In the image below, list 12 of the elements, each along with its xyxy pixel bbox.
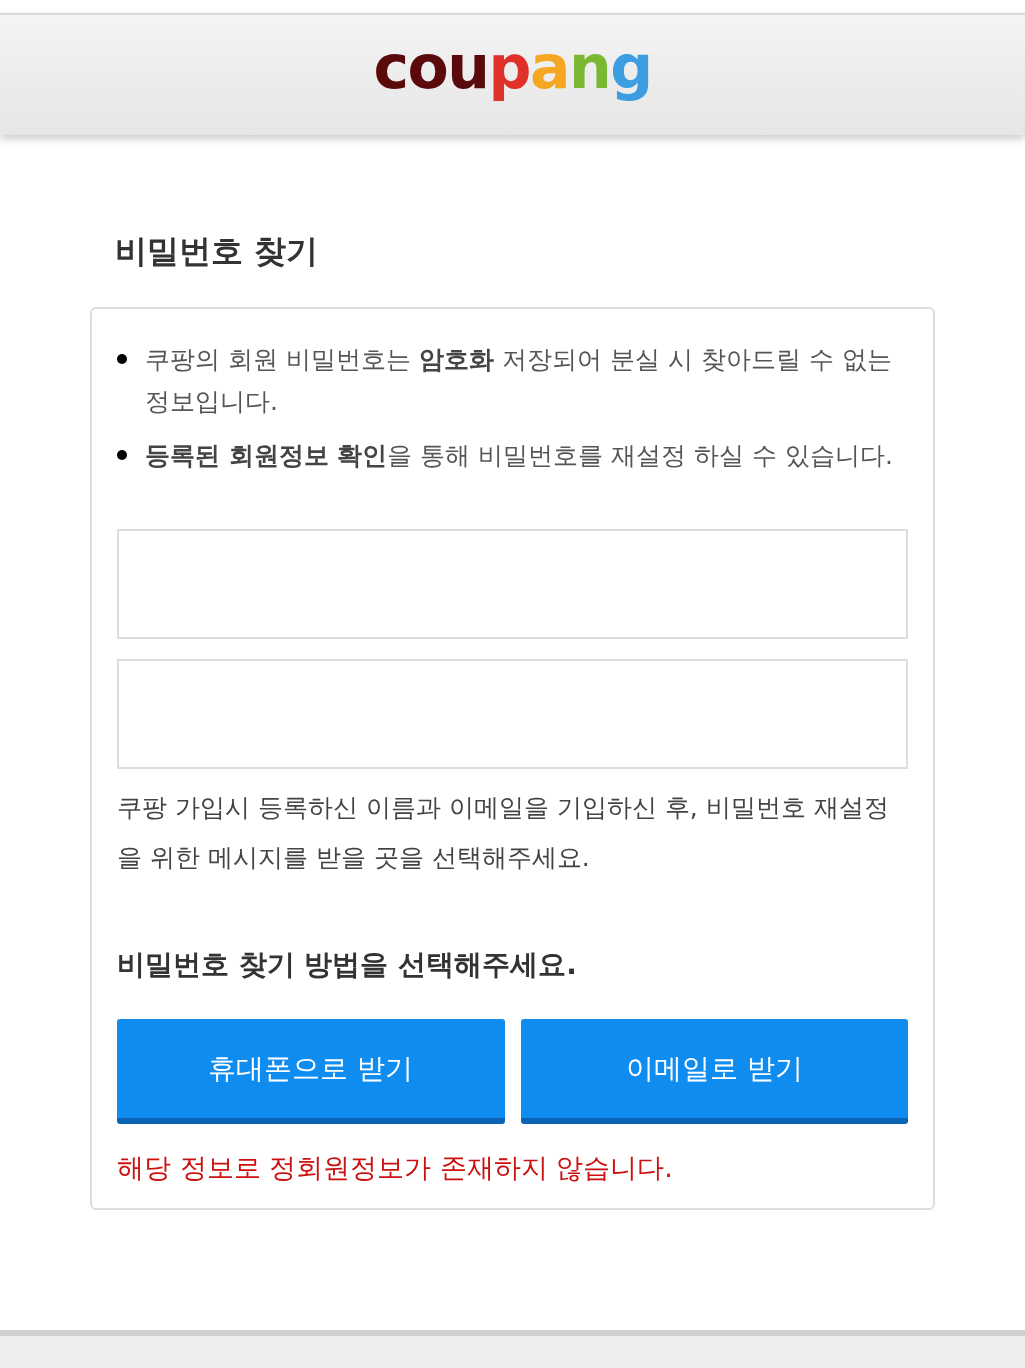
bullet-icon: [117, 450, 127, 460]
method-heading: 비밀번호 찾기 방법을 선택해주세요.: [117, 951, 578, 979]
receive-button[interactable]: 휴대폰으로 받기: [117, 1019, 505, 1124]
input-field[interactable]: [117, 529, 908, 639]
page-title: 비밀번호 찾기: [115, 235, 320, 267]
instruction-text: 쿠팡 가입시 등록하신 이름과 이메일을 기입하신 후, 비밀번호 재설정을 위한 메시지를 받을 곳을 선택해주세요.: [117, 792, 890, 874]
notice-text: 등록된 회원정보 확인을 통해 비밀번호를 재설정 하실 수 있습니다.: [145, 440, 894, 472]
error-message: 해당 정보로 정회원정보가 존재하지 않습니다.: [117, 1151, 674, 1185]
notice-text: 쿠팡의 회원 비밀번호는 암호화 저장되어 분실 시 찾아드릴 수 없는 정보입니다.: [145, 344, 893, 418]
input-field[interactable]: [117, 659, 908, 769]
receive-button[interactable]: 이메일로 받기: [520, 1019, 908, 1124]
bullet-icon: [117, 354, 127, 364]
